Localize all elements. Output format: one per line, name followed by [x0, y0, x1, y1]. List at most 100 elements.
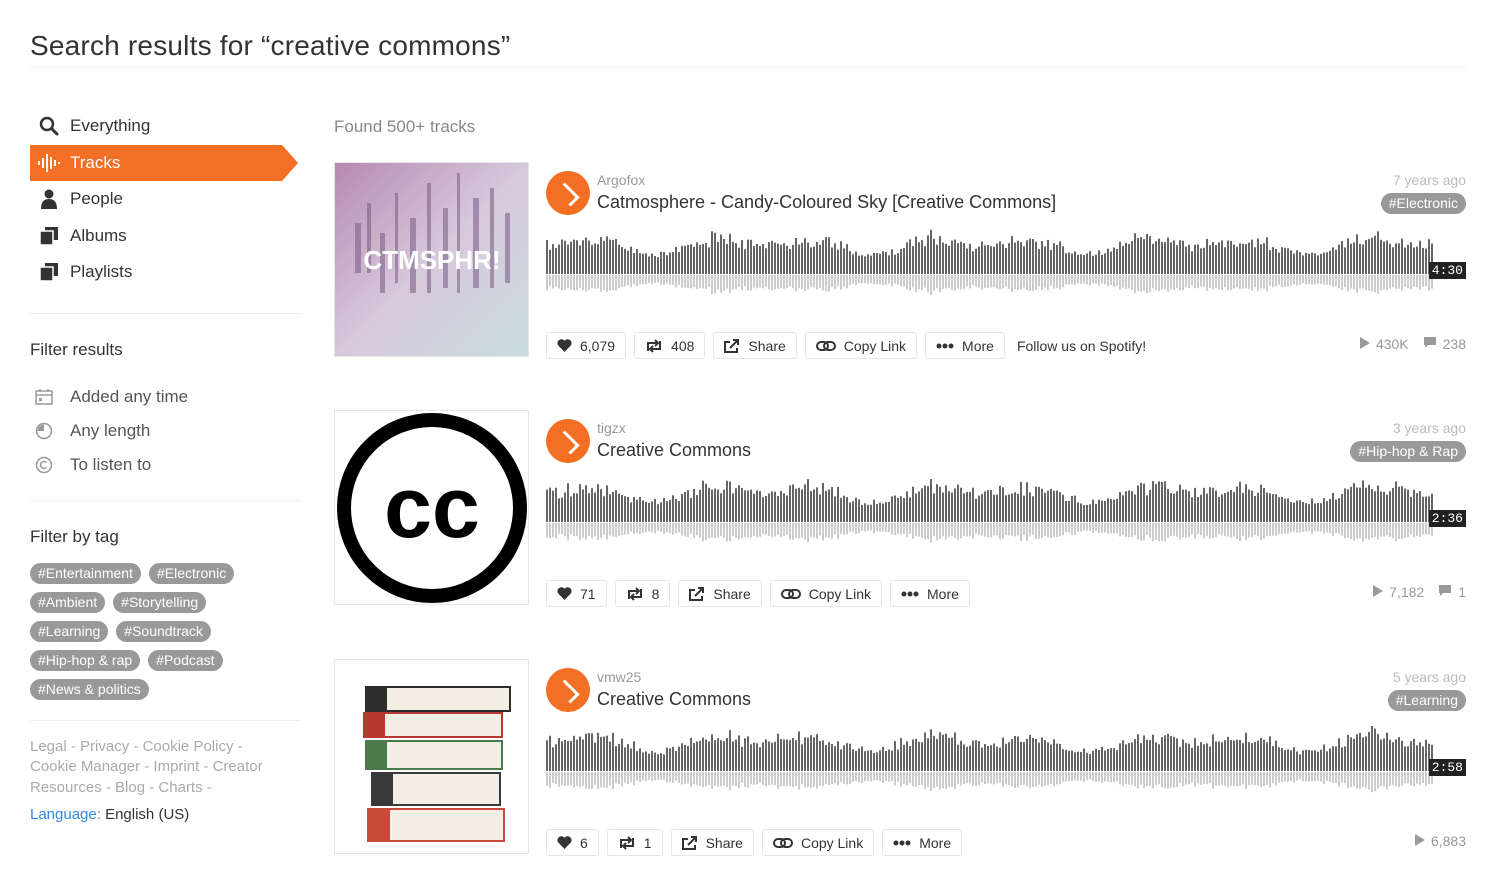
play-button[interactable] [546, 171, 590, 215]
track-item: cc tigzx Creative Commons 3 years ago #H… [334, 410, 1466, 607]
footer-link-cookie-manager[interactable]: Cookie Manager [30, 758, 140, 775]
track-item: CTMSPHR! Argofox Catmosphere - Candy-Col… [334, 162, 1466, 359]
track-title[interactable]: Creative Commons [597, 440, 751, 461]
share-button[interactable]: Share [670, 829, 754, 856]
share-label: Share [748, 337, 786, 354]
track-stats: 7,182 1 [1373, 584, 1466, 600]
link-icon [780, 588, 801, 599]
play-count-value: 7,182 [1389, 584, 1425, 600]
tag-entertainment[interactable]: #Entertainment [30, 562, 141, 584]
more-button[interactable]: More [925, 332, 1005, 359]
track-actions: 6,079 408 Share Copy Link More Follow us… [546, 332, 1146, 359]
share-button[interactable]: Share [713, 332, 797, 359]
track-artwork[interactable]: CTMSPHR! [334, 162, 529, 357]
waveform[interactable] [546, 228, 1466, 300]
copy-link-button[interactable]: Copy Link [761, 829, 875, 856]
repost-button[interactable]: 408 [634, 332, 706, 359]
sidebar-divider [30, 719, 300, 721]
heart-icon [557, 836, 572, 849]
repost-count: 1 [643, 834, 652, 851]
like-button[interactable]: 6 [546, 829, 599, 856]
copy-link-label: Copy Link [843, 337, 907, 354]
footer-link-legal[interactable]: Legal [30, 738, 67, 755]
track-title[interactable]: Creative Commons [597, 689, 751, 710]
search-category-nav: Everything Tracks People Albums Playlist… [30, 108, 300, 291]
copy-link-button[interactable]: Copy Link [804, 332, 918, 359]
copy-link-label: Copy Link [808, 585, 871, 602]
footer-link-imprint[interactable]: Imprint [153, 758, 199, 775]
heart-icon [557, 587, 572, 600]
track-genre-tag[interactable]: #Learning [1387, 690, 1466, 711]
album-icon [38, 225, 60, 247]
nav-item-albums[interactable]: Albums [30, 218, 300, 255]
filter-added-time[interactable]: Added any time [30, 380, 300, 414]
filter-label: Added any time [70, 386, 189, 406]
track-genre-tag[interactable]: #Hip-hop & Rap [1350, 441, 1466, 462]
nav-item-playlists[interactable]: Playlists [30, 254, 300, 291]
footer-link-charts[interactable]: Charts [158, 779, 202, 796]
track-genre-tag[interactable]: #Electronic [1380, 193, 1466, 214]
search-icon [38, 115, 60, 137]
more-button[interactable]: More [882, 829, 963, 856]
soundwave-icon [38, 152, 60, 174]
more-dots-icon [901, 591, 919, 597]
like-button[interactable]: 71 [546, 580, 607, 607]
track-artwork[interactable] [334, 659, 529, 854]
play-button[interactable] [546, 668, 590, 712]
filter-license[interactable]: To listen to [30, 448, 300, 482]
like-count: 6,079 [580, 337, 616, 354]
footer-link-privacy[interactable]: Privacy [80, 738, 129, 755]
tag-news-politics[interactable]: #News & politics [30, 678, 149, 700]
track-artwork[interactable]: cc [334, 410, 529, 605]
track-duration: 4:30 [1428, 262, 1466, 279]
more-label: More [962, 337, 994, 354]
footer-link-blog[interactable]: Blog [115, 779, 145, 796]
tag-soundtrack[interactable]: #Soundtrack [116, 620, 211, 642]
like-button[interactable]: 6,079 [546, 332, 627, 359]
play-count[interactable]: 6,883 [1414, 833, 1466, 849]
track-title[interactable]: Catmosphere - Candy-Coloured Sky [Creati… [597, 192, 1056, 213]
copy-link-button[interactable]: Copy Link [769, 580, 882, 607]
filter-label: To listen to [70, 454, 152, 474]
nav-item-everything[interactable]: Everything [30, 108, 300, 145]
comment-icon [1438, 584, 1452, 600]
comment-count-value: 238 [1442, 336, 1466, 352]
comment-count[interactable]: 238 [1423, 336, 1466, 352]
language-selector[interactable]: Language: English (US) [30, 806, 300, 823]
waveform[interactable] [546, 725, 1466, 797]
track-user[interactable]: vmw25 [597, 669, 641, 685]
track-extra-link[interactable]: Follow us on Spotify! [1017, 338, 1146, 354]
tag-electronic[interactable]: #Electronic [148, 562, 235, 584]
more-button[interactable]: More [890, 580, 970, 607]
repost-count: 8 [651, 585, 660, 602]
play-button[interactable] [546, 419, 590, 463]
filter-length[interactable]: Any length [30, 414, 300, 448]
repost-button[interactable]: 8 [614, 580, 671, 607]
tag-learning[interactable]: #Learning [30, 620, 109, 642]
nav-item-people[interactable]: People [30, 181, 300, 218]
nav-label: Tracks [70, 152, 121, 172]
repost-icon [645, 338, 663, 353]
track-stats: 430K 238 [1359, 336, 1466, 352]
like-count: 71 [580, 585, 596, 602]
track-user[interactable]: Argofox [597, 172, 645, 188]
tag-storytelling[interactable]: #Storytelling [113, 591, 207, 613]
repost-button[interactable]: 1 [606, 829, 663, 856]
track-user[interactable]: tigzx [597, 420, 626, 436]
play-count[interactable]: 7,182 [1373, 584, 1424, 600]
filter-by-tag-heading: Filter by tag [30, 526, 119, 546]
waveform[interactable] [546, 476, 1466, 548]
person-icon [38, 188, 60, 210]
nav-label: Everything [70, 116, 151, 136]
share-icon [689, 586, 705, 601]
comment-count[interactable]: 1 [1438, 584, 1466, 600]
share-icon [724, 338, 740, 353]
tag-ambient[interactable]: #Ambient [30, 591, 106, 613]
footer-link-cookie-policy[interactable]: Cookie Policy [143, 738, 234, 755]
play-count[interactable]: 430K [1359, 336, 1409, 352]
tag-podcast[interactable]: #Podcast [148, 649, 223, 671]
tag-hip-hop-rap[interactable]: #Hip-hop & rap [30, 649, 141, 671]
nav-item-tracks[interactable]: Tracks [30, 144, 298, 181]
track-actions: 71 8 Share Copy Link More [546, 580, 970, 607]
share-button[interactable]: Share [678, 580, 762, 607]
